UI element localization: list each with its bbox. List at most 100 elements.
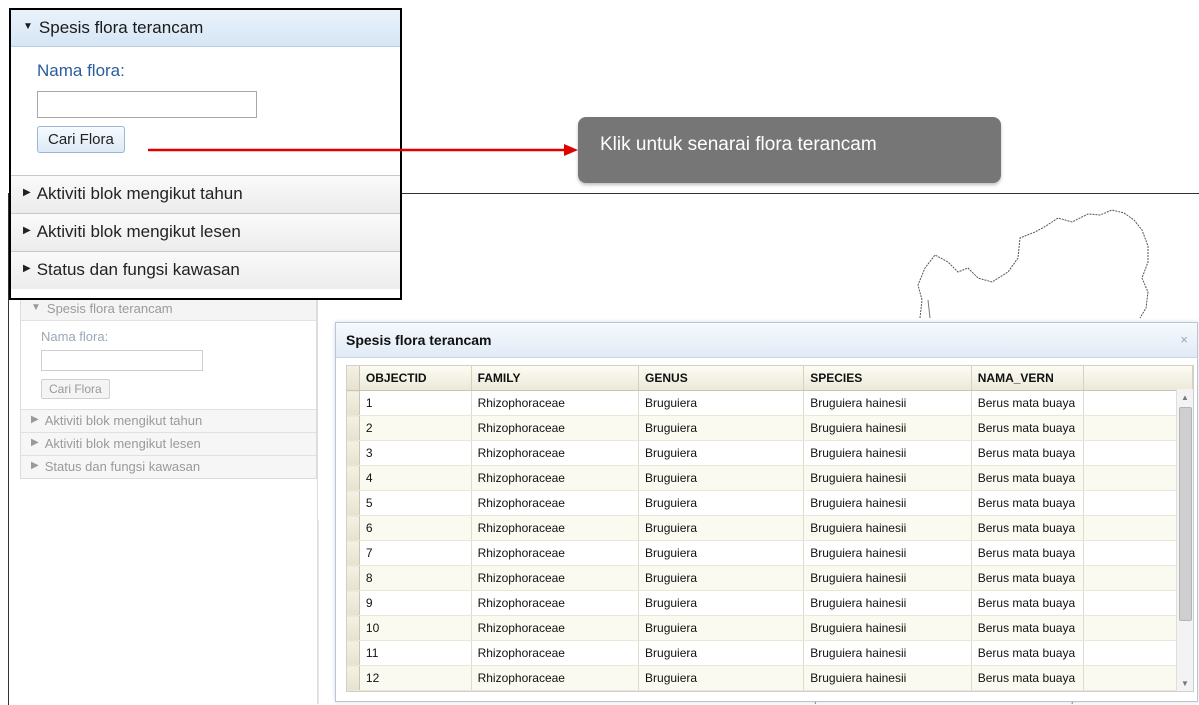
cell-family: Rhizophoraceae xyxy=(471,515,640,541)
cell-species: Bruguiera hainesii xyxy=(803,515,972,541)
dialog-title: Spesis flora terancam xyxy=(346,332,492,348)
cell-species: Bruguiera hainesii xyxy=(803,415,972,441)
table-row[interactable]: 11 Rhizophoraceae Bruguiera Bruguiera haine… xyxy=(347,640,1193,666)
table-row[interactable]: 10 Rhizophoraceae Bruguiera Bruguiera haine… xyxy=(347,615,1193,641)
column-header-species[interactable]: SPECIES xyxy=(803,366,972,391)
cell-species: Bruguiera hainesii xyxy=(803,390,972,416)
scroll-up-icon[interactable]: ▲ xyxy=(1177,391,1193,405)
cell-species: Bruguiera hainesii xyxy=(803,615,972,641)
cell-objectid: 7 xyxy=(359,540,472,566)
cell-nama-vern: Berus mata buaya xyxy=(971,640,1084,666)
cell-genus: Bruguiera xyxy=(638,515,805,541)
table-row[interactable]: 12 Rhizophoraceae Bruguiera Bruguiera haine… xyxy=(347,665,1193,691)
cell-genus: Bruguiera xyxy=(638,590,805,616)
cell-genus: Bruguiera xyxy=(638,665,805,691)
row-selector[interactable] xyxy=(347,565,360,591)
row-selector[interactable] xyxy=(347,640,360,666)
vertical-scrollbar[interactable]: ▲ ▼ xyxy=(1176,389,1193,691)
cell-objectid: 4 xyxy=(359,465,472,491)
cell-objectid: 12 xyxy=(359,665,472,691)
cell-nama-vern: Berus mata buaya xyxy=(971,615,1084,641)
row-selector[interactable] xyxy=(347,465,360,491)
cell-species: Bruguiera hainesii xyxy=(803,640,972,666)
table-row[interactable]: 2 Rhizophoraceae Bruguiera Bruguiera haines… xyxy=(347,415,1193,441)
cell-species: Bruguiera hainesii xyxy=(803,665,972,691)
cell-species: Bruguiera hainesii xyxy=(803,465,972,491)
table-row[interactable]: 3 Rhizophoraceae Bruguiera Bruguiera haines… xyxy=(347,440,1193,466)
cell-species: Bruguiera hainesii xyxy=(803,565,972,591)
cell-family: Rhizophoraceae xyxy=(471,415,640,441)
table-row[interactable]: 9 Rhizophoraceae Bruguiera Bruguiera haines… xyxy=(347,590,1193,616)
column-header-filler xyxy=(1083,366,1193,391)
callout-tooltip: Klik untuk senarai flora terancam xyxy=(578,117,1001,183)
cell-nama-vern: Berus mata buaya xyxy=(971,390,1084,416)
row-selector[interactable] xyxy=(347,440,360,466)
cell-genus: Bruguiera xyxy=(638,615,805,641)
cell-genus: Bruguiera xyxy=(638,440,805,466)
dialog-titlebar[interactable]: Spesis flora terancam × xyxy=(336,323,1197,358)
cell-objectid: 8 xyxy=(359,565,472,591)
cell-species: Bruguiera hainesii xyxy=(803,540,972,566)
cell-species: Bruguiera hainesii xyxy=(803,440,972,466)
cell-genus: Bruguiera xyxy=(638,415,805,441)
row-selector[interactable] xyxy=(347,515,360,541)
column-header-family[interactable]: FAMILY xyxy=(471,366,640,391)
cell-objectid: 6 xyxy=(359,515,472,541)
cell-nama-vern: Berus mata buaya xyxy=(971,590,1084,616)
row-selector-header xyxy=(347,366,360,391)
cell-objectid: 1 xyxy=(359,390,472,416)
row-selector[interactable] xyxy=(347,590,360,616)
row-selector[interactable] xyxy=(347,540,360,566)
cell-family: Rhizophoraceae xyxy=(471,615,640,641)
row-selector[interactable] xyxy=(347,390,360,416)
cell-nama-vern: Berus mata buaya xyxy=(971,540,1084,566)
table-row[interactable]: 7 Rhizophoraceae Bruguiera Bruguiera haines… xyxy=(347,540,1193,566)
cell-family: Rhizophoraceae xyxy=(471,565,640,591)
row-selector[interactable] xyxy=(347,615,360,641)
row-selector[interactable] xyxy=(347,490,360,516)
table-header-row: OBJECTID FAMILY GENUS SPECIES NAMA_VERN xyxy=(347,366,1193,391)
column-header-objectid[interactable]: OBJECTID xyxy=(359,366,472,391)
cell-objectid: 11 xyxy=(359,640,472,666)
column-header-nama-vern[interactable]: NAMA_VERN xyxy=(971,366,1084,391)
cell-nama-vern: Berus mata buaya xyxy=(971,415,1084,441)
table-row[interactable]: 1 Rhizophoraceae Bruguiera Bruguiera haines… xyxy=(347,390,1193,416)
cell-genus: Bruguiera xyxy=(638,465,805,491)
cell-nama-vern: Berus mata buaya xyxy=(971,565,1084,591)
cell-genus: Bruguiera xyxy=(638,565,805,591)
cell-family: Rhizophoraceae xyxy=(471,540,640,566)
results-table: OBJECTID FAMILY GENUS SPECIES NAMA_VERN … xyxy=(347,366,1193,691)
cell-family: Rhizophoraceae xyxy=(471,665,640,691)
cell-species: Bruguiera hainesii xyxy=(803,490,972,516)
cell-objectid: 3 xyxy=(359,440,472,466)
table-row[interactable]: 5 Rhizophoraceae Bruguiera Bruguiera haines… xyxy=(347,490,1193,516)
cell-nama-vern: Berus mata buaya xyxy=(971,665,1084,691)
cell-family: Rhizophoraceae xyxy=(471,640,640,666)
cell-nama-vern: Berus mata buaya xyxy=(971,465,1084,491)
cell-genus: Bruguiera xyxy=(638,490,805,516)
cell-genus: Bruguiera xyxy=(638,390,805,416)
cell-family: Rhizophoraceae xyxy=(471,490,640,516)
column-header-genus[interactable]: GENUS xyxy=(638,366,805,391)
cell-objectid: 9 xyxy=(359,590,472,616)
cell-objectid: 2 xyxy=(359,415,472,441)
scroll-down-icon[interactable]: ▼ xyxy=(1177,677,1193,691)
cell-genus: Bruguiera xyxy=(638,640,805,666)
scroll-thumb[interactable] xyxy=(1179,407,1192,621)
cell-family: Rhizophoraceae xyxy=(471,465,640,491)
cell-species: Bruguiera hainesii xyxy=(803,590,972,616)
table-row[interactable]: 8 Rhizophoraceae Bruguiera Bruguiera haines… xyxy=(347,565,1193,591)
cell-family: Rhizophoraceae xyxy=(471,390,640,416)
cell-nama-vern: Berus mata buaya xyxy=(971,440,1084,466)
results-grid: OBJECTID FAMILY GENUS SPECIES NAMA_VERN … xyxy=(346,365,1194,692)
close-icon[interactable]: × xyxy=(1180,323,1188,357)
cell-nama-vern: Berus mata buaya xyxy=(971,515,1084,541)
cell-family: Rhizophoraceae xyxy=(471,590,640,616)
cell-family: Rhizophoraceae xyxy=(471,440,640,466)
cell-objectid: 10 xyxy=(359,615,472,641)
table-row[interactable]: 6 Rhizophoraceae Bruguiera Bruguiera haines… xyxy=(347,515,1193,541)
cell-genus: Bruguiera xyxy=(638,540,805,566)
row-selector[interactable] xyxy=(347,665,360,691)
table-row[interactable]: 4 Rhizophoraceae Bruguiera Bruguiera haines… xyxy=(347,465,1193,491)
row-selector[interactable] xyxy=(347,415,360,441)
